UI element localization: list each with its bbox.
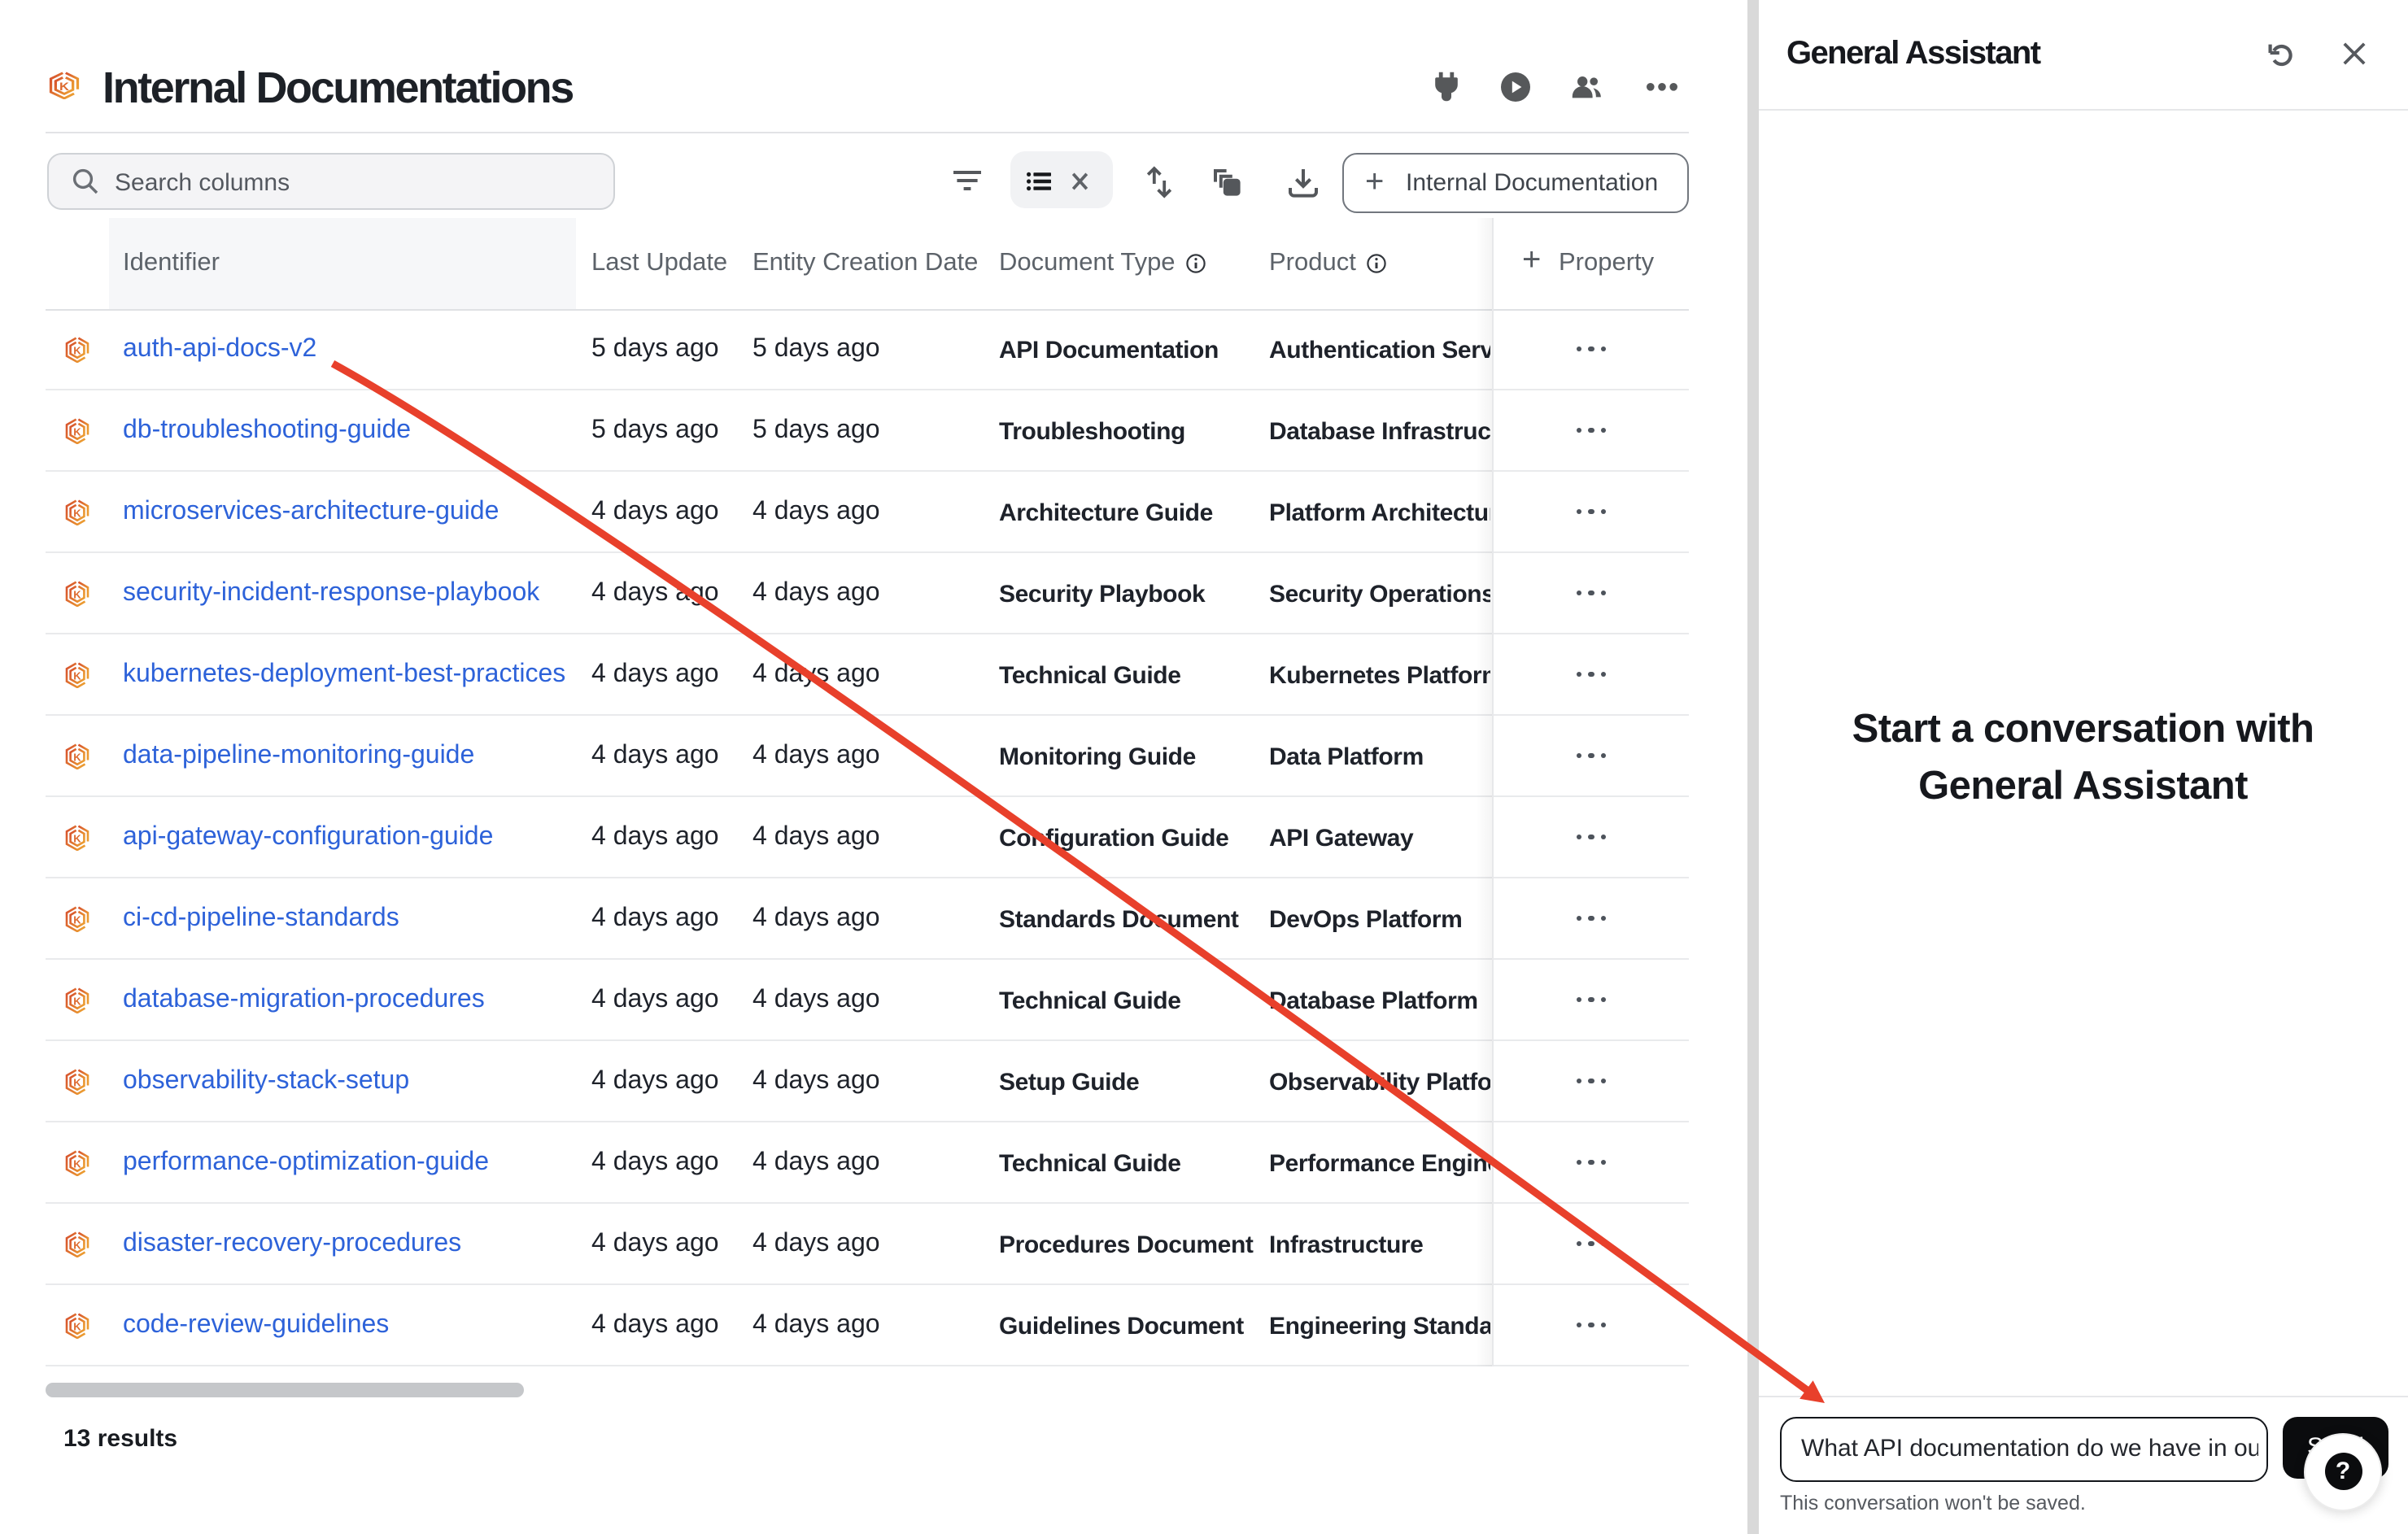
svg-text:K: K xyxy=(72,1321,81,1333)
svg-text:K: K xyxy=(72,1077,81,1089)
svg-text:K: K xyxy=(72,1158,81,1170)
svg-text:K: K xyxy=(72,1240,81,1252)
svg-text:K: K xyxy=(72,833,81,845)
svg-text:K: K xyxy=(72,345,81,357)
svg-text:K: K xyxy=(72,752,81,764)
svg-text:K: K xyxy=(72,996,81,1008)
svg-text:K: K xyxy=(72,508,81,520)
svg-text:K: K xyxy=(72,914,81,926)
svg-text:K: K xyxy=(72,426,81,438)
svg-text:K: K xyxy=(72,589,81,601)
svg-text:K: K xyxy=(59,81,69,93)
svg-text:K: K xyxy=(72,670,81,682)
